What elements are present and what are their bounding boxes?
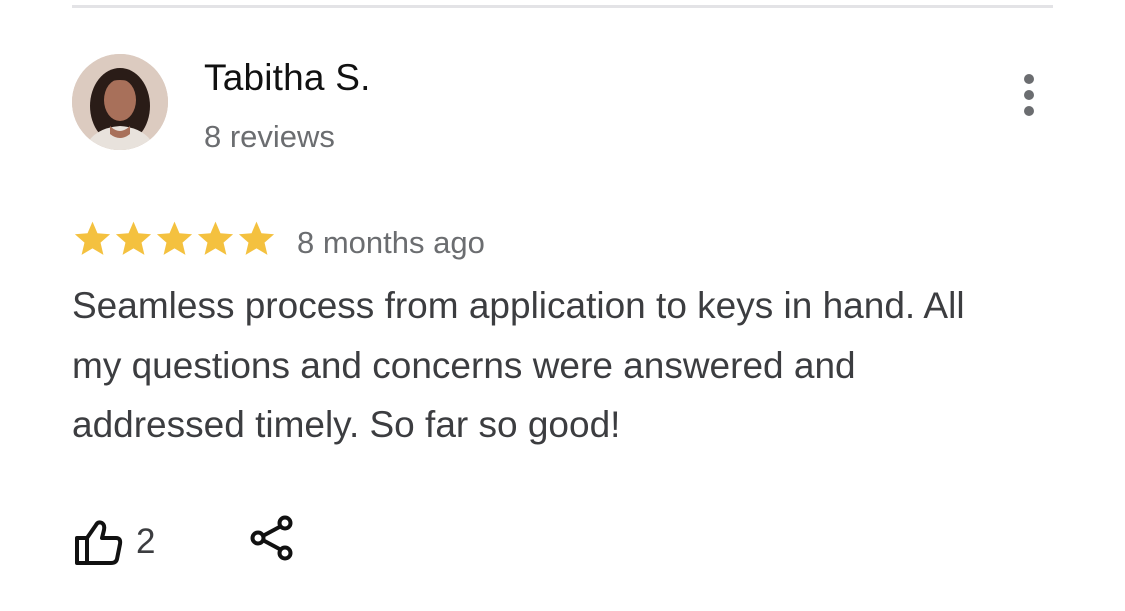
share-button[interactable] — [246, 512, 298, 564]
more-vertical-icon-dot — [1024, 90, 1034, 100]
like-button[interactable]: 2 — [72, 516, 155, 568]
share-icon — [250, 515, 293, 561]
review-text: Seamless process from application to key… — [72, 285, 965, 445]
star-icon — [74, 221, 111, 255]
review-time: 8 months ago — [297, 225, 485, 260]
like-count: 2 — [136, 522, 156, 561]
reviewer-review-count: 8 reviews — [204, 119, 335, 154]
star-icon — [156, 221, 193, 255]
more-vertical-icon — [1024, 74, 1034, 84]
star-icon — [115, 221, 152, 255]
avatar-photo — [72, 54, 168, 150]
star-icon — [238, 221, 275, 255]
reviewer-name[interactable]: Tabitha S. — [204, 56, 371, 100]
more-vertical-icon-dot — [1024, 106, 1034, 116]
top-divider — [72, 5, 1053, 8]
thumbs-up-icon — [75, 520, 123, 565]
star-icon — [197, 221, 234, 255]
star-rating — [72, 218, 277, 262]
more-options-button[interactable] — [1010, 70, 1048, 120]
avatar[interactable] — [72, 54, 168, 150]
